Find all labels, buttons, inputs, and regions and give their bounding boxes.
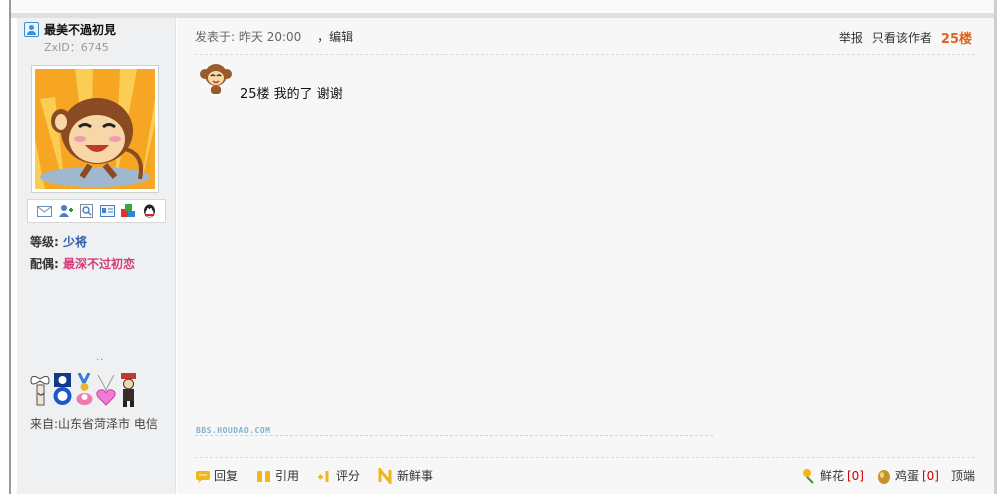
edit-link[interactable]: ，编辑	[317, 30, 353, 44]
flower-icon	[801, 468, 817, 484]
report-link[interactable]: 举报	[839, 29, 863, 46]
flower-button[interactable]: 鲜花 [0]	[801, 467, 864, 484]
egg-icon	[876, 468, 892, 484]
post-header: 发表于: 昨天 20:00 ，编辑 举报 只看该作者 25楼	[195, 28, 975, 55]
profile-icon[interactable]	[78, 204, 95, 219]
figure-medal-icon[interactable]	[118, 373, 139, 407]
news-icon	[378, 465, 394, 486]
posted-time: 昨天 20:00	[238, 30, 302, 44]
username-row: 最美不過初見	[24, 21, 116, 38]
quote-icon	[256, 468, 272, 484]
posted-label: 发表于:	[195, 30, 236, 44]
previous-post-footer-strip	[11, 0, 994, 18]
username-link[interactable]: 最美不過初見	[44, 21, 116, 38]
user-online-icon	[24, 22, 39, 37]
album-icon[interactable]	[120, 204, 137, 219]
badge-medal-icon[interactable]	[52, 373, 73, 407]
level-value: 少将	[63, 235, 88, 249]
egg-count: [0]	[921, 468, 939, 483]
email-icon[interactable]	[36, 204, 53, 219]
rate-plus-one-icon	[317, 468, 333, 484]
floor-number[interactable]: 25楼	[941, 28, 972, 47]
author-sidebar: 最美不過初見 ZxID：6745 等级: 少将 配偶: 最深不过初恋 .. 来自…	[17, 18, 176, 494]
ribbon-medal-icon[interactable]	[74, 372, 95, 407]
signature-logo[interactable]: BBS.HOUDAO.COM	[196, 426, 270, 435]
post-footer-actions: 回复 引用 评分 新鲜事	[195, 465, 433, 486]
medal-dots: ..	[96, 352, 105, 363]
post-content: 发表于: 昨天 20:00 ，编辑 举报 只看该作者 25楼 25楼 我的了 谢…	[177, 18, 994, 494]
back-to-top-link[interactable]: 顶端	[951, 467, 975, 484]
qq-icon[interactable]	[141, 204, 158, 219]
spouse-link[interactable]: 最深不过初恋	[63, 257, 135, 271]
card-icon[interactable]	[99, 204, 116, 219]
contact-toolbar	[27, 199, 166, 223]
add-friend-icon[interactable]	[57, 204, 74, 219]
signature-divider	[195, 435, 713, 436]
flower-count: [0]	[846, 468, 864, 483]
user-spouse: 配偶: 最深不过初恋	[30, 257, 136, 271]
heart-necklace-medal-icon[interactable]	[96, 373, 117, 407]
reply-icon	[195, 468, 211, 484]
left-gutter	[0, 0, 11, 494]
user-level: 等级: 少将	[30, 235, 88, 249]
user-id: ZxID：6745	[44, 41, 109, 54]
bow-medal-icon[interactable]	[30, 373, 51, 407]
news-button[interactable]: 新鲜事	[378, 465, 433, 486]
monkey-emoticon-icon	[199, 62, 233, 96]
egg-button[interactable]: 鸡蛋 [0]	[876, 467, 939, 484]
reply-button[interactable]: 回复	[195, 467, 238, 484]
post-footer: 回复 引用 评分 新鲜事 鲜花 [0] 鸡蛋 [0] 顶端	[195, 457, 975, 494]
quote-button[interactable]: 引用	[256, 467, 299, 484]
post-meta: 发表于: 昨天 20:00 ，编辑	[195, 28, 353, 45]
user-location: 来自:山东省菏泽市 电信	[30, 417, 158, 431]
post-message: 25楼 我的了 谢谢	[240, 87, 343, 102]
only-author-link[interactable]: 只看该作者	[872, 29, 932, 46]
rate-button[interactable]: 评分	[317, 467, 360, 484]
post-actions: 举报 只看该作者 25楼	[839, 28, 972, 47]
medal-list	[30, 372, 139, 407]
avatar[interactable]	[31, 65, 159, 193]
post-footer-extra: 鲜花 [0] 鸡蛋 [0] 顶端	[801, 467, 975, 484]
